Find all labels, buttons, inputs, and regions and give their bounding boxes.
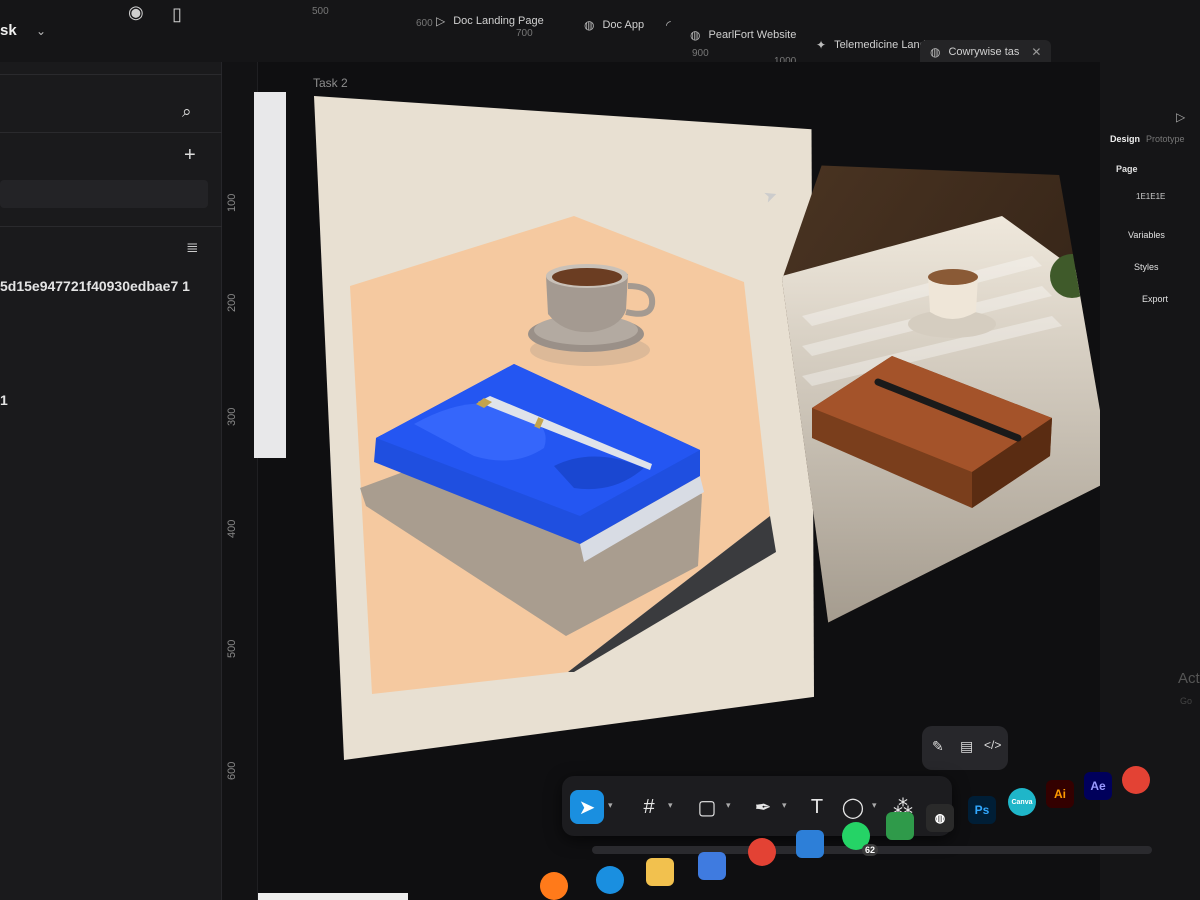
file-name[interactable]: sk: [0, 22, 17, 39]
draw-mode-icon[interactable]: ✎: [932, 738, 944, 755]
close-icon[interactable]: ✕: [1031, 45, 1041, 59]
figma-tab-icon: ◍: [930, 45, 941, 59]
figma-icon[interactable]: ◍: [926, 804, 954, 832]
text-tool-icon[interactable]: T: [800, 790, 834, 824]
variables-label[interactable]: Variables: [1128, 230, 1165, 240]
tab-design[interactable]: Design: [1110, 134, 1140, 144]
figma-tab-icon: ◍: [584, 18, 595, 32]
rectangle-tool-icon[interactable]: ▢: [690, 790, 724, 824]
divider: [0, 132, 222, 133]
canva-icon[interactable]: Canva: [1008, 788, 1036, 816]
comment-tool-icon[interactable]: ◯: [836, 790, 870, 824]
page-item[interactable]: [0, 180, 208, 208]
page-section-label: Page: [1116, 164, 1138, 174]
eye-icon[interactable]: ◉: [128, 2, 144, 23]
ruler-tick: 400: [226, 519, 238, 538]
tab-label: Doc Landing Page: [453, 15, 544, 27]
tab-pearlfort-website[interactable]: ◍ PearlFort Website: [690, 18, 796, 52]
divider: [0, 74, 222, 75]
tab-label: Doc App: [602, 19, 645, 31]
tab-doc-landing-page[interactable]: ▷ Doc Landing Page: [436, 4, 544, 38]
activate-windows-subtext: Go: [1180, 696, 1193, 706]
chevron-down-icon[interactable]: ▾: [668, 800, 673, 811]
scrollbar[interactable]: [258, 893, 408, 900]
green-app-icon[interactable]: [886, 812, 914, 840]
add-page-button[interactable]: +: [184, 144, 196, 167]
loading-icon: ◜: [666, 18, 671, 32]
mode-switcher: ✎ ▤ </>: [922, 726, 1008, 770]
sidebar-toggle-icon[interactable]: ▯: [172, 4, 182, 25]
chrome-icon[interactable]: [1122, 766, 1150, 794]
frame-edge[interactable]: [254, 92, 286, 458]
file-explorer-icon[interactable]: [646, 858, 674, 886]
artboard-illustration[interactable]: [314, 96, 814, 760]
pen-tool-icon[interactable]: ✒: [746, 790, 780, 824]
move-tool-icon[interactable]: ➤: [570, 790, 604, 824]
ruler-left: 100 200 300 400 500 600: [222, 62, 258, 900]
chevron-down-icon[interactable]: ⌄: [36, 24, 46, 38]
annotate-icon[interactable]: ▤: [960, 738, 973, 755]
divider: [0, 226, 222, 227]
notification-badge: 62: [861, 844, 878, 856]
layer-number: 1: [0, 392, 8, 408]
illustrator-icon[interactable]: Ai: [1046, 780, 1074, 808]
ruler-tick: 500: [226, 639, 238, 658]
search-icon[interactable]: ⌕: [182, 102, 192, 122]
styles-label[interactable]: Styles: [1134, 262, 1159, 272]
tab-doc-app[interactable]: ◍ Doc App ◜: [584, 8, 671, 42]
whatsapp-icon[interactable]: 62: [842, 822, 878, 856]
tab-label: PearlFort Website: [708, 29, 797, 41]
frame-label[interactable]: Task 2: [313, 76, 348, 90]
figma-tab-icon: ◍: [690, 28, 701, 42]
ruler-tick: 300: [226, 407, 238, 426]
photoshop-icon[interactable]: Ps: [968, 796, 996, 824]
chevron-down-icon[interactable]: ▾: [782, 800, 787, 811]
ruler-tick: 200: [226, 293, 238, 312]
illustration-image: [314, 96, 814, 760]
dev-mode-icon[interactable]: </>: [984, 738, 1001, 752]
tab-label: Telemedicine Landi: [834, 39, 929, 51]
layer-list-icon[interactable]: ≣: [186, 238, 199, 256]
page-color-value[interactable]: 1E1E1E: [1136, 192, 1165, 201]
edge-icon[interactable]: [596, 866, 624, 894]
tab-prototype[interactable]: Prototype: [1146, 134, 1185, 144]
layers-panel: ⌕ + ≣ 5d15e947721f40930edbae7 1 1: [0, 62, 222, 900]
design-panel: ▷ Design Prototype Page 1E1E1E Variables…: [1100, 62, 1200, 900]
firefox-icon[interactable]: [540, 872, 568, 900]
chevron-down-icon[interactable]: ▾: [608, 800, 613, 811]
tab-label: Cowrywise tas: [948, 46, 1020, 58]
play-icon[interactable]: ▷: [1176, 110, 1185, 124]
chevron-down-icon[interactable]: ▾: [726, 800, 731, 811]
mail-icon[interactable]: [796, 830, 824, 858]
tab-bar: sk ⌄ ◉ ▯ ▷ Doc Landing Page ◍ Doc App ◜ …: [0, 0, 1200, 77]
layer-name[interactable]: 5d15e947721f40930edbae7 1: [0, 278, 190, 294]
frame-tool-icon[interactable]: #: [632, 790, 666, 824]
ruler-tick: 100: [226, 193, 238, 212]
component-icon: ✦: [816, 38, 827, 52]
play-icon: ▷: [436, 14, 446, 28]
export-label[interactable]: Export: [1142, 294, 1168, 304]
chrome-icon[interactable]: [748, 838, 776, 866]
tab-telemedicine[interactable]: ✦ Telemedicine Landi: [816, 28, 928, 62]
after-effects-icon[interactable]: Ae: [1084, 772, 1112, 800]
activate-windows-text: Acti: [1178, 670, 1200, 687]
chevron-down-icon[interactable]: ▾: [872, 800, 877, 811]
store-icon[interactable]: [698, 852, 726, 880]
ruler-tick: 600: [226, 761, 238, 780]
